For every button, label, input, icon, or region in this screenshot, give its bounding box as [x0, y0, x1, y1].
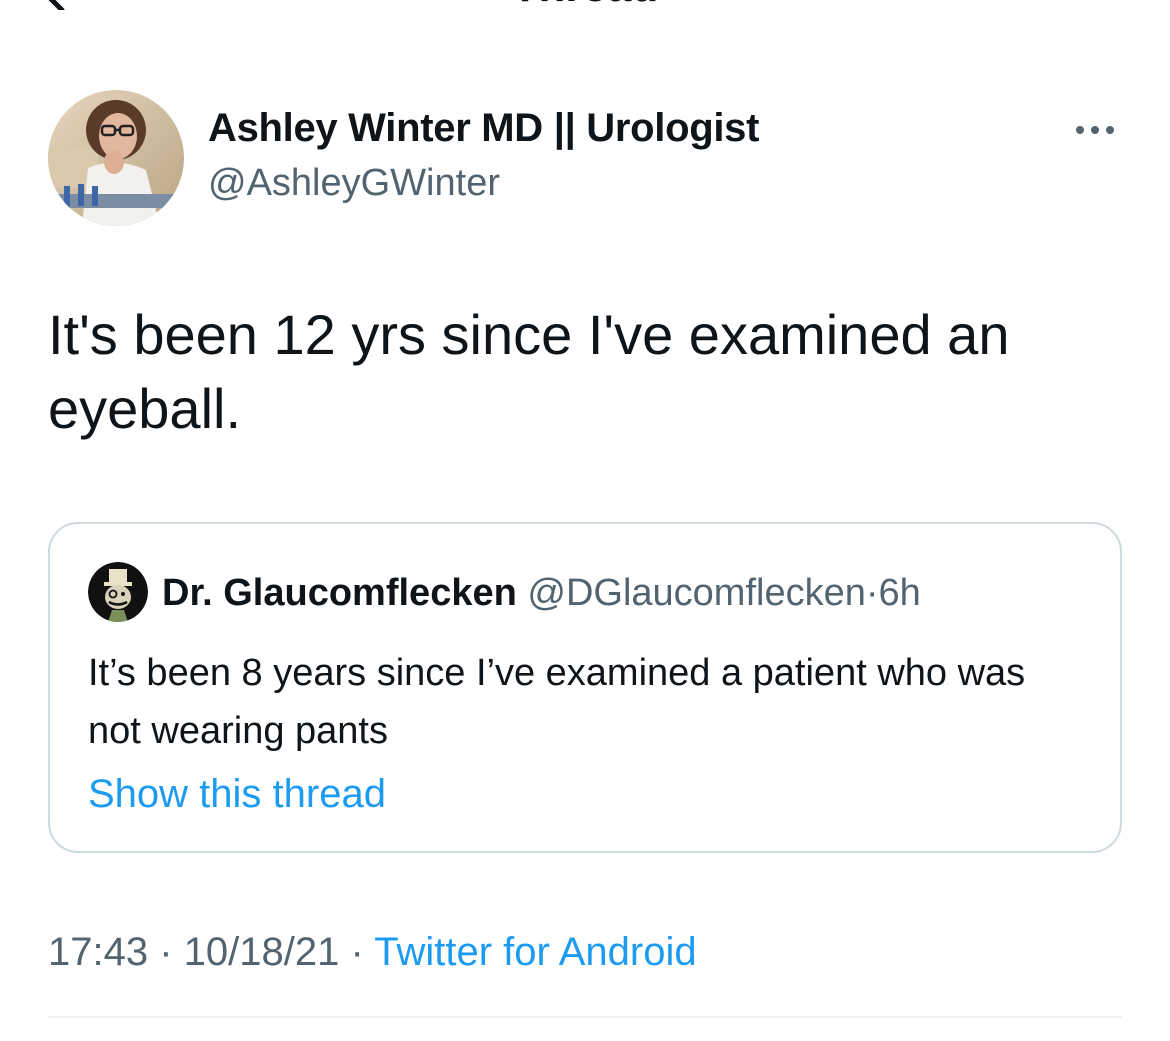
quoted-tweet-text: It’s been 8 years since I’ve examined a … — [88, 652, 1026, 752]
author-handle[interactable]: @AshleyGWinter — [208, 162, 500, 205]
header-title: Thread — [0, 0, 1170, 12]
quoted-avatar-image — [88, 562, 148, 622]
separator-dot: · — [350, 930, 364, 974]
separator-dot: · — [865, 572, 879, 614]
top-header: Thread — [0, 0, 1170, 14]
tweet-detail-page: Thread — [0, 0, 1170, 1041]
avatar-photo — [48, 90, 184, 226]
quoted-author-avatar[interactable] — [88, 562, 148, 622]
tweet-source-link[interactable]: Twitter for Android — [374, 930, 696, 974]
more-horizontal-icon[interactable] — [1070, 118, 1120, 142]
tweet-date[interactable]: 10/18/21 — [184, 930, 340, 974]
tweet-metadata: 17:43 · 10/18/21 · Twitter for Android — [48, 924, 697, 980]
tweet-text: It's been 12 yrs since I've examined an … — [48, 303, 1010, 440]
quoted-tweet-card[interactable]: Dr. Glaucomflecken @DGlaucomflecken·6h I… — [48, 522, 1122, 853]
tweet-time[interactable]: 17:43 — [48, 930, 148, 974]
show-thread-link[interactable]: Show this thread — [88, 772, 386, 817]
separator-dot: · — [159, 930, 173, 974]
author-avatar[interactable] — [48, 90, 184, 226]
divider — [48, 1016, 1122, 1018]
quoted-author-name[interactable]: Dr. Glaucomflecken — [162, 572, 517, 614]
author-name[interactable]: Ashley Winter MD || Urologist — [208, 106, 759, 151]
quoted-tweet-time[interactable]: 6h — [879, 572, 921, 614]
quoted-author-handle[interactable]: @DGlaucomflecken — [527, 572, 865, 614]
quoted-tweet-header: Dr. Glaucomflecken @DGlaucomflecken·6h — [162, 568, 921, 618]
